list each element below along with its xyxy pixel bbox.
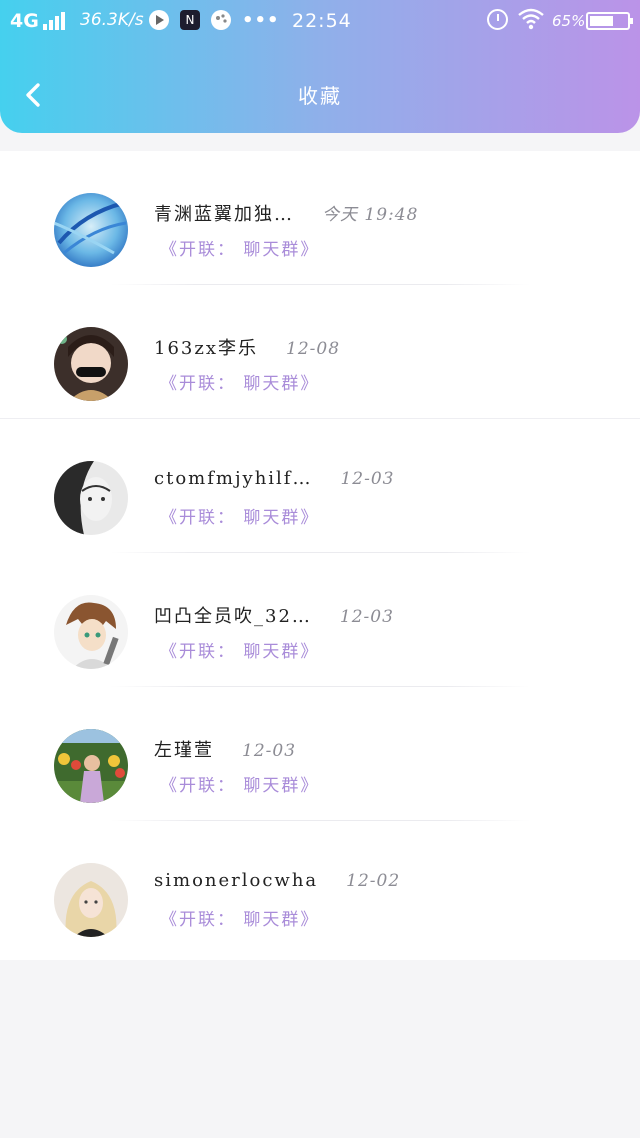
contact-name: simonerlocwha — [154, 870, 319, 891]
list-item[interactable]: 凹凸全员吹_32… 12-03 《开联： 聊天群》 — [0, 553, 640, 687]
avatar — [54, 729, 128, 803]
contact-name: 凹凸全员吹_32… — [154, 606, 312, 627]
item-header: simonerlocwha 12-02 — [154, 870, 400, 891]
favorite-date: 12-02 — [346, 871, 401, 891]
group-source: 《开联： 聊天群》 — [160, 776, 320, 796]
battery-icon — [586, 12, 633, 30]
app-notification-icon: N — [180, 10, 200, 30]
alarm-icon — [487, 9, 508, 30]
avatar — [54, 461, 128, 535]
favorite-date: 12-03 — [339, 607, 394, 627]
network-label: 4G — [10, 10, 39, 32]
list-item[interactable]: 左瑾萱 12-03 《开联： 聊天群》 — [0, 687, 640, 821]
avatar — [54, 327, 128, 401]
group-source: 《开联： 聊天群》 — [160, 240, 320, 260]
more-notifications-icon: ••• — [242, 10, 280, 31]
group-source: 《开联： 聊天群》 — [160, 910, 320, 930]
signal-icon — [42, 12, 65, 30]
group-source: 《开联： 聊天群》 — [160, 374, 320, 394]
item-header: 凹凸全员吹_32… 12-03 — [154, 602, 394, 628]
favorite-date: 12-08 — [286, 339, 341, 359]
contact-name: 青渊蓝翼加独… — [154, 204, 294, 225]
avatar — [54, 595, 128, 669]
group-source: 《开联： 聊天群》 — [160, 508, 320, 528]
item-header: 163zx李乐 12-08 — [154, 334, 340, 360]
wifi-icon — [518, 8, 544, 30]
palette-icon — [211, 10, 231, 30]
contact-name: 左瑾萱 — [154, 740, 214, 761]
item-header: ctomfmjyhilf… 12-03 — [154, 468, 394, 489]
list-item[interactable]: ctomfmjyhilf… 12-03 《开联： 聊天群》 — [0, 419, 640, 553]
avatar — [54, 863, 128, 937]
item-header: 左瑾萱 12-03 — [154, 736, 296, 762]
list-item[interactable]: 青渊蓝翼加独… 今天 19:48 《开联： 聊天群》 — [0, 151, 640, 285]
page-title: 收藏 — [298, 84, 342, 108]
favorite-date: 12-03 — [340, 469, 395, 489]
favorite-date: 12-03 — [242, 741, 297, 761]
list-item[interactable]: 163zx李乐 12-08 《开联： 聊天群》 — [0, 285, 640, 419]
status-bar: 4G 36.3K/s N ••• 22:54 65% — [0, 0, 640, 42]
network-indicator: 4G — [10, 10, 65, 32]
clock: 22:54 — [292, 10, 352, 32]
play-icon — [149, 10, 169, 30]
favorite-date: 今天 19:48 — [322, 205, 419, 225]
battery-percent: 65% — [552, 12, 586, 30]
group-source: 《开联： 聊天群》 — [160, 642, 320, 662]
avatar — [54, 193, 128, 267]
contact-name: 163zx李乐 — [154, 338, 258, 359]
item-header: 青渊蓝翼加独… 今天 19:48 — [154, 200, 418, 226]
battery-level — [590, 16, 613, 26]
favorites-list: 青渊蓝翼加独… 今天 19:48 《开联： 聊天群》 163zx李乐 12-08… — [0, 151, 640, 960]
header-bar: 4G 36.3K/s N ••• 22:54 65% 收藏 — [0, 0, 640, 133]
list-item[interactable]: simonerlocwha 12-02 《开联： 聊天群》 — [0, 821, 640, 955]
network-speed: 36.3K/s — [80, 10, 144, 30]
contact-name: ctomfmjyhilf… — [154, 468, 313, 489]
